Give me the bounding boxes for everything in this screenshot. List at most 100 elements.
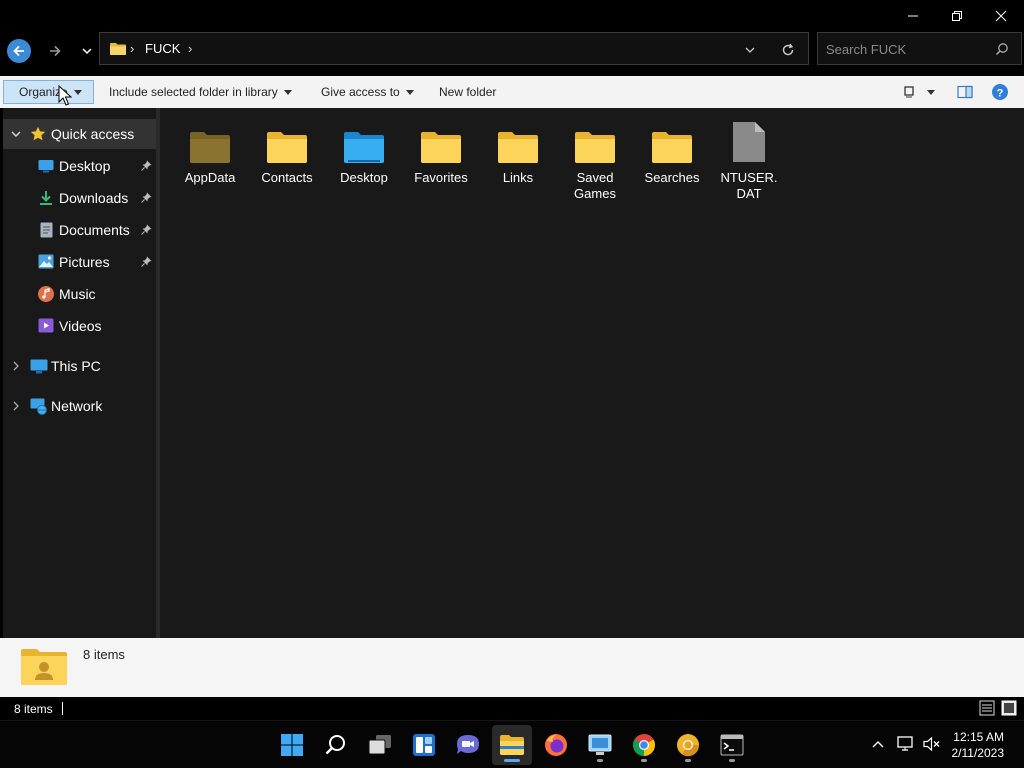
file-item-ntuser-dat[interactable]: NTUSER. DAT: [712, 116, 786, 202]
folder-icon: [500, 735, 524, 755]
mouse-cursor-icon: [58, 85, 72, 106]
breadcrumb-current[interactable]: FUCK: [145, 41, 180, 56]
recent-locations-button[interactable]: [73, 37, 101, 65]
refresh-button[interactable]: [778, 40, 798, 60]
file-item-links[interactable]: Links: [481, 116, 555, 186]
file-item-saved-games[interactable]: Saved Games: [558, 116, 632, 202]
nav-item-pictures[interactable]: Pictures: [3, 247, 156, 277]
help-icon: ?: [992, 84, 1008, 100]
volume-tray-button[interactable]: [922, 734, 942, 754]
music-icon: [38, 286, 54, 302]
network-status-icon: [897, 736, 913, 751]
file-icon: [725, 116, 773, 164]
desktop-folder-icon: [340, 116, 388, 164]
file-name: Searches: [644, 170, 700, 185]
pin-icon[interactable]: [141, 224, 152, 235]
folder-icon: [494, 116, 542, 164]
file-name: Saved Games: [574, 170, 616, 201]
file-item-favorites[interactable]: Favorites: [404, 116, 478, 186]
file-list: AppData Contacts Desktop Favorites Links…: [160, 108, 1024, 638]
close-button[interactable]: [979, 0, 1023, 32]
change-view-button[interactable]: [903, 80, 935, 104]
back-arrow-icon: [7, 39, 31, 63]
chevron-right-icon: [13, 401, 19, 411]
status-item-count: 8 items: [14, 702, 53, 716]
clock[interactable]: 12:15 AM 2/11/2023: [952, 729, 1005, 761]
large-icons-view-icon[interactable]: [1001, 700, 1017, 716]
widgets-button[interactable]: [404, 725, 444, 765]
forward-button[interactable]: [41, 37, 69, 65]
chevron-down-icon: [73, 89, 82, 95]
navigation-pane: Quick access Desktop Downloads Documents…: [3, 108, 156, 638]
chat-icon: [457, 735, 479, 754]
preview-pane-button[interactable]: [957, 80, 973, 104]
start-button[interactable]: [272, 725, 312, 765]
chevron-down-icon: [927, 89, 935, 95]
file-item-desktop[interactable]: Desktop: [327, 116, 401, 186]
nav-item-desktop[interactable]: Desktop: [3, 151, 156, 181]
close-icon: [995, 10, 1007, 22]
running-indicator: [597, 759, 603, 762]
new-folder-button[interactable]: New folder: [439, 80, 496, 104]
nav-item-this-pc[interactable]: This PC: [3, 351, 156, 381]
file-name: Contacts: [261, 170, 313, 185]
chrome-icon: [633, 734, 655, 756]
taskbar-search-button[interactable]: [316, 725, 356, 765]
file-name: Favorites: [414, 170, 468, 185]
address-history-button[interactable]: [740, 42, 760, 58]
nav-item-documents[interactable]: Documents: [3, 215, 156, 245]
minimize-button[interactable]: [891, 0, 935, 32]
nav-label: Desktop: [59, 158, 111, 174]
preview-pane-icon: [957, 85, 973, 99]
chat-button[interactable]: [448, 725, 488, 765]
refresh-icon: [782, 43, 794, 56]
nav-label: Pictures: [59, 254, 110, 270]
nav-label: Music: [59, 286, 96, 302]
windows-logo-icon: [281, 734, 303, 756]
help-button[interactable]: ?: [992, 80, 1008, 104]
pin-icon[interactable]: [141, 192, 152, 203]
back-button[interactable]: [5, 37, 33, 65]
nav-quick-access[interactable]: Quick access: [3, 119, 156, 149]
svg-text:?: ?: [997, 88, 1004, 100]
chrome-canary-icon: [677, 734, 700, 757]
search-icon: [325, 735, 345, 755]
nav-label: Downloads: [59, 190, 129, 206]
task-view-button[interactable]: [360, 725, 400, 765]
show-hidden-icons-button[interactable]: [870, 734, 886, 754]
address-row: › FUCK ›: [0, 32, 1024, 76]
pin-icon[interactable]: [141, 256, 152, 267]
organize-button[interactable]: Organize: [3, 80, 94, 104]
include-in-library-button[interactable]: Include selected folder in library: [109, 80, 292, 104]
file-name: Desktop: [340, 170, 388, 185]
nav-item-downloads[interactable]: Downloads: [3, 183, 156, 213]
file-item-contacts[interactable]: Contacts: [250, 116, 324, 186]
pin-icon[interactable]: [141, 160, 152, 171]
firefox-button[interactable]: [536, 725, 576, 765]
terminal-button[interactable]: [712, 725, 752, 765]
nav-item-music[interactable]: Music: [3, 279, 156, 309]
search-icon: [995, 43, 1008, 56]
nav-item-videos[interactable]: Videos: [3, 311, 156, 341]
give-access-label: Give access to: [321, 85, 400, 99]
give-access-button[interactable]: Give access to: [321, 80, 414, 104]
search-box[interactable]: [817, 32, 1022, 65]
breadcrumb-separator[interactable]: ›: [188, 41, 192, 56]
nav-item-network[interactable]: Network: [3, 391, 156, 421]
new-folder-label: New folder: [439, 85, 497, 99]
breadcrumb-separator: ›: [130, 41, 135, 56]
file-item-appdata[interactable]: AppData: [173, 116, 247, 186]
chevron-right-icon: [13, 361, 19, 371]
address-bar[interactable]: › FUCK ›: [99, 32, 809, 65]
search-input[interactable]: [826, 40, 986, 58]
chrome-button[interactable]: [624, 725, 664, 765]
details-view-icon[interactable]: [979, 700, 995, 716]
remote-desktop-button[interactable]: [580, 725, 620, 765]
restore-button[interactable]: [935, 0, 979, 32]
details-item-count: 8 items: [83, 647, 125, 662]
chrome-canary-button[interactable]: [668, 725, 708, 765]
file-explorer-taskbar-button[interactable]: [492, 725, 532, 765]
network-tray-button[interactable]: [896, 734, 916, 754]
file-item-searches[interactable]: Searches: [635, 116, 709, 186]
chevron-down-icon: [283, 89, 292, 95]
